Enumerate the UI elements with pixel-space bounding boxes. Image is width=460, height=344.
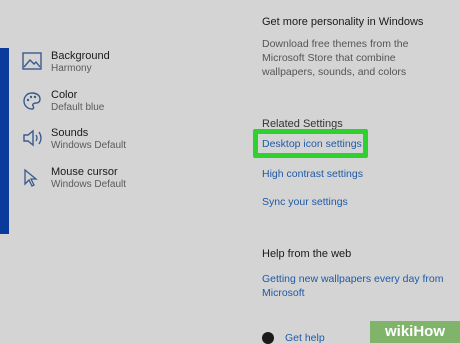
help-icon — [262, 332, 274, 344]
speaker-icon — [22, 129, 44, 151]
high-contrast-settings-link[interactable]: High contrast settings — [262, 168, 363, 180]
new-wallpapers-link[interactable]: Getting new wallpapers every day from Mi… — [262, 272, 452, 300]
theme-item-sounds[interactable]: Sounds Windows Default — [22, 127, 126, 152]
help-section-title: Help from the web — [262, 248, 352, 260]
sync-settings-link[interactable]: Sync your settings — [262, 196, 348, 208]
desktop-icon-settings-link[interactable]: Desktop icon settings — [262, 138, 362, 150]
theme-item-label: Sounds — [51, 127, 89, 139]
cursor-icon — [22, 168, 44, 190]
theme-item-value: Windows Default — [51, 179, 127, 190]
theme-item-label: Color — [51, 89, 78, 101]
theme-item-background[interactable]: Background Harmony — [22, 50, 110, 75]
theme-item-label: Mouse cursor — [51, 166, 118, 178]
get-help-row[interactable]: Get help — [262, 332, 325, 344]
image-icon — [22, 52, 44, 74]
store-section-title: Get more personality in Windows — [262, 16, 424, 28]
theme-item-color[interactable]: Color Default blue — [22, 89, 104, 114]
theme-item-value: Harmony — [51, 63, 92, 74]
theme-item-value: Default blue — [51, 102, 105, 113]
palette-icon — [22, 91, 44, 113]
theme-item-mouse-cursor[interactable]: Mouse cursor Windows Default — [22, 166, 126, 191]
store-section-description: Download free themes from the Microsoft … — [262, 38, 409, 78]
get-help-link[interactable]: Get help — [285, 332, 325, 344]
theme-preview-edge — [0, 48, 9, 234]
theme-item-value: Windows Default — [51, 140, 127, 151]
theme-item-label: Background — [51, 50, 110, 62]
wikihow-watermark: wikiHow — [370, 321, 460, 343]
